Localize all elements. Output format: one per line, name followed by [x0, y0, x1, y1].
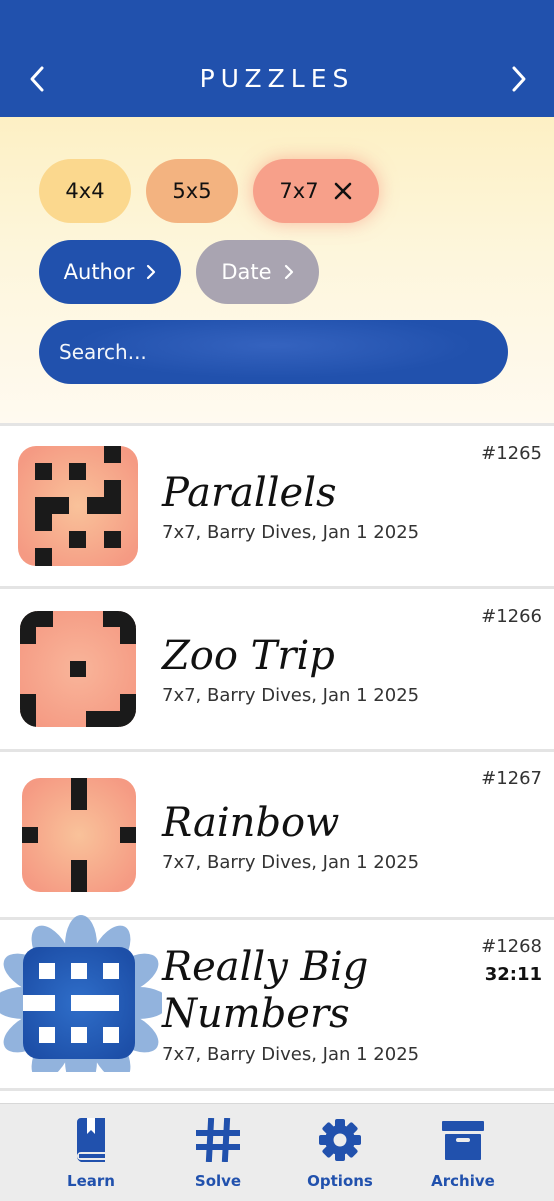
puzzle-number: #1266: [481, 606, 542, 627]
close-icon[interactable]: [333, 181, 353, 201]
puzzle-thumbnail: [22, 778, 136, 892]
archive-box-icon: [442, 1121, 484, 1160]
filter-panel: 4x4 5x5 7x7 Author Date Search...: [0, 117, 554, 423]
puzzle-thumbnail: [18, 446, 138, 566]
size-chip-7x7[interactable]: 7x7: [253, 159, 379, 223]
search-placeholder: Search...: [59, 340, 147, 364]
puzzle-thumbnail: [20, 611, 136, 727]
puzzle-row-1265[interactable]: #1265 Parallels 7x7, Barry Dives, Jan 1 …: [0, 426, 554, 586]
hash-icon: [196, 1118, 240, 1162]
puzzle-meta: 7x7, Barry Dives, Jan 1 2025: [162, 685, 420, 706]
date-label: Date: [221, 260, 272, 284]
puzzle-title-line2: Numbers: [162, 991, 350, 1037]
puzzle-title: Rainbow: [162, 800, 340, 846]
solved-badge-flower-icon: [0, 915, 162, 1072]
chip-label: 5x5: [172, 179, 212, 203]
chevron-right-icon: [284, 264, 293, 280]
puzzle-number: #1265: [481, 443, 542, 464]
chevron-right-icon: [147, 264, 156, 280]
tab-solve[interactable]: Solve: [163, 1118, 273, 1190]
solve-time: 32:11: [484, 964, 542, 985]
puzzle-row-1267[interactable]: #1267 Rainbow 7x7, Barry Dives, Jan 1 20…: [0, 752, 554, 917]
size-chip-4x4[interactable]: 4x4: [39, 159, 131, 223]
tab-label: Learn: [67, 1172, 115, 1190]
date-filter-button[interactable]: Date: [196, 240, 319, 304]
tab-label: Archive: [431, 1172, 495, 1190]
gear-icon: [319, 1119, 361, 1161]
author-label: Author: [63, 260, 135, 284]
top-app-bar: PUZZLES: [0, 0, 554, 117]
chip-label: 4x4: [65, 179, 105, 203]
puzzle-number: #1268: [481, 936, 542, 957]
size-chip-5x5[interactable]: 5x5: [146, 159, 238, 223]
divider: [0, 1088, 554, 1091]
author-filter-button[interactable]: Author: [39, 240, 181, 304]
puzzle-meta: 7x7, Barry Dives, Jan 1 2025: [162, 522, 420, 543]
puzzle-title: Parallels: [162, 470, 337, 516]
forward-chevron-icon[interactable]: [502, 64, 532, 94]
bottom-tab-bar: Learn Solve Options Archive: [0, 1103, 554, 1201]
tab-label: Options: [307, 1172, 373, 1190]
puzzle-row-1268[interactable]: #1268 32:11 Really Big Numbers 7x7, Barr…: [0, 915, 554, 1088]
tab-archive[interactable]: Archive: [408, 1118, 518, 1190]
puzzle-meta: 7x7, Barry Dives, Jan 1 2025: [162, 1044, 420, 1065]
tab-options[interactable]: Options: [285, 1118, 395, 1190]
tab-label: Solve: [194, 1172, 242, 1190]
page-title: PUZZLES: [199, 64, 355, 93]
puzzle-title-line1: Really Big: [162, 944, 369, 990]
chip-label: 7x7: [279, 179, 319, 203]
tab-learn[interactable]: Learn: [36, 1118, 146, 1190]
search-input[interactable]: Search...: [39, 320, 508, 384]
puzzle-row-1266[interactable]: #1266 Zoo Trip 7x7, Barry Dives, Jan 1 2…: [0, 589, 554, 749]
puzzle-number: #1267: [481, 768, 542, 789]
book-icon: [76, 1118, 105, 1162]
puzzle-title: Zoo Trip: [162, 633, 335, 679]
puzzle-meta: 7x7, Barry Dives, Jan 1 2025: [162, 852, 420, 873]
